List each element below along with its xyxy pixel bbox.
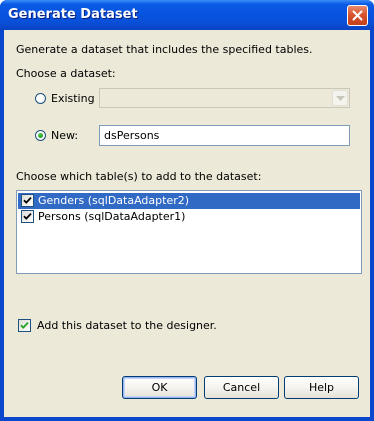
add-to-designer-checkbox[interactable] (18, 319, 31, 332)
genders-checkbox[interactable] (21, 194, 34, 207)
window-title: Generate Dataset (8, 7, 138, 22)
help-button[interactable]: Help (284, 376, 359, 399)
dialog-window: Generate Dataset Generate a dataset that… (0, 0, 374, 421)
new-label[interactable]: New: (51, 129, 78, 142)
choose-dataset-heading: Choose a dataset: (16, 67, 116, 80)
checkmark-icon (23, 196, 32, 204)
radio-selected-dot (38, 133, 43, 138)
cancel-button[interactable]: Cancel (204, 376, 279, 399)
existing-label[interactable]: Existing (51, 92, 95, 105)
dialog-body: Generate a dataset that includes the spe… (4, 30, 370, 417)
description-text: Generate a dataset that includes the spe… (16, 43, 313, 56)
close-icon (352, 10, 363, 21)
tables-heading: Choose which table(s) to add to the data… (16, 170, 262, 183)
chevron-down-icon (336, 96, 345, 101)
close-button[interactable] (347, 5, 368, 26)
checkmark-icon (20, 321, 29, 329)
table-item-persons[interactable]: Persons (sqlDataAdapter1) (18, 209, 360, 225)
tables-list[interactable]: Genders (sqlDataAdapter2) Persons (sqlDa… (16, 190, 362, 274)
add-to-designer-label[interactable]: Add this dataset to the designer. (37, 319, 217, 332)
title-bar[interactable]: Generate Dataset (0, 0, 374, 30)
new-radio[interactable] (35, 130, 46, 141)
existing-radio[interactable] (35, 93, 46, 104)
checkmark-icon (23, 212, 32, 220)
table-item-genders[interactable]: Genders (sqlDataAdapter2) (18, 193, 360, 209)
genders-label: Genders (sqlDataAdapter2) (38, 194, 190, 207)
existing-dataset-select[interactable] (99, 88, 350, 108)
ok-button[interactable]: OK (122, 376, 197, 399)
persons-checkbox[interactable] (21, 210, 34, 223)
persons-label: Persons (sqlDataAdapter1) (38, 210, 186, 223)
dropdown-button[interactable] (332, 90, 348, 106)
new-dataset-name-input[interactable] (99, 125, 350, 146)
